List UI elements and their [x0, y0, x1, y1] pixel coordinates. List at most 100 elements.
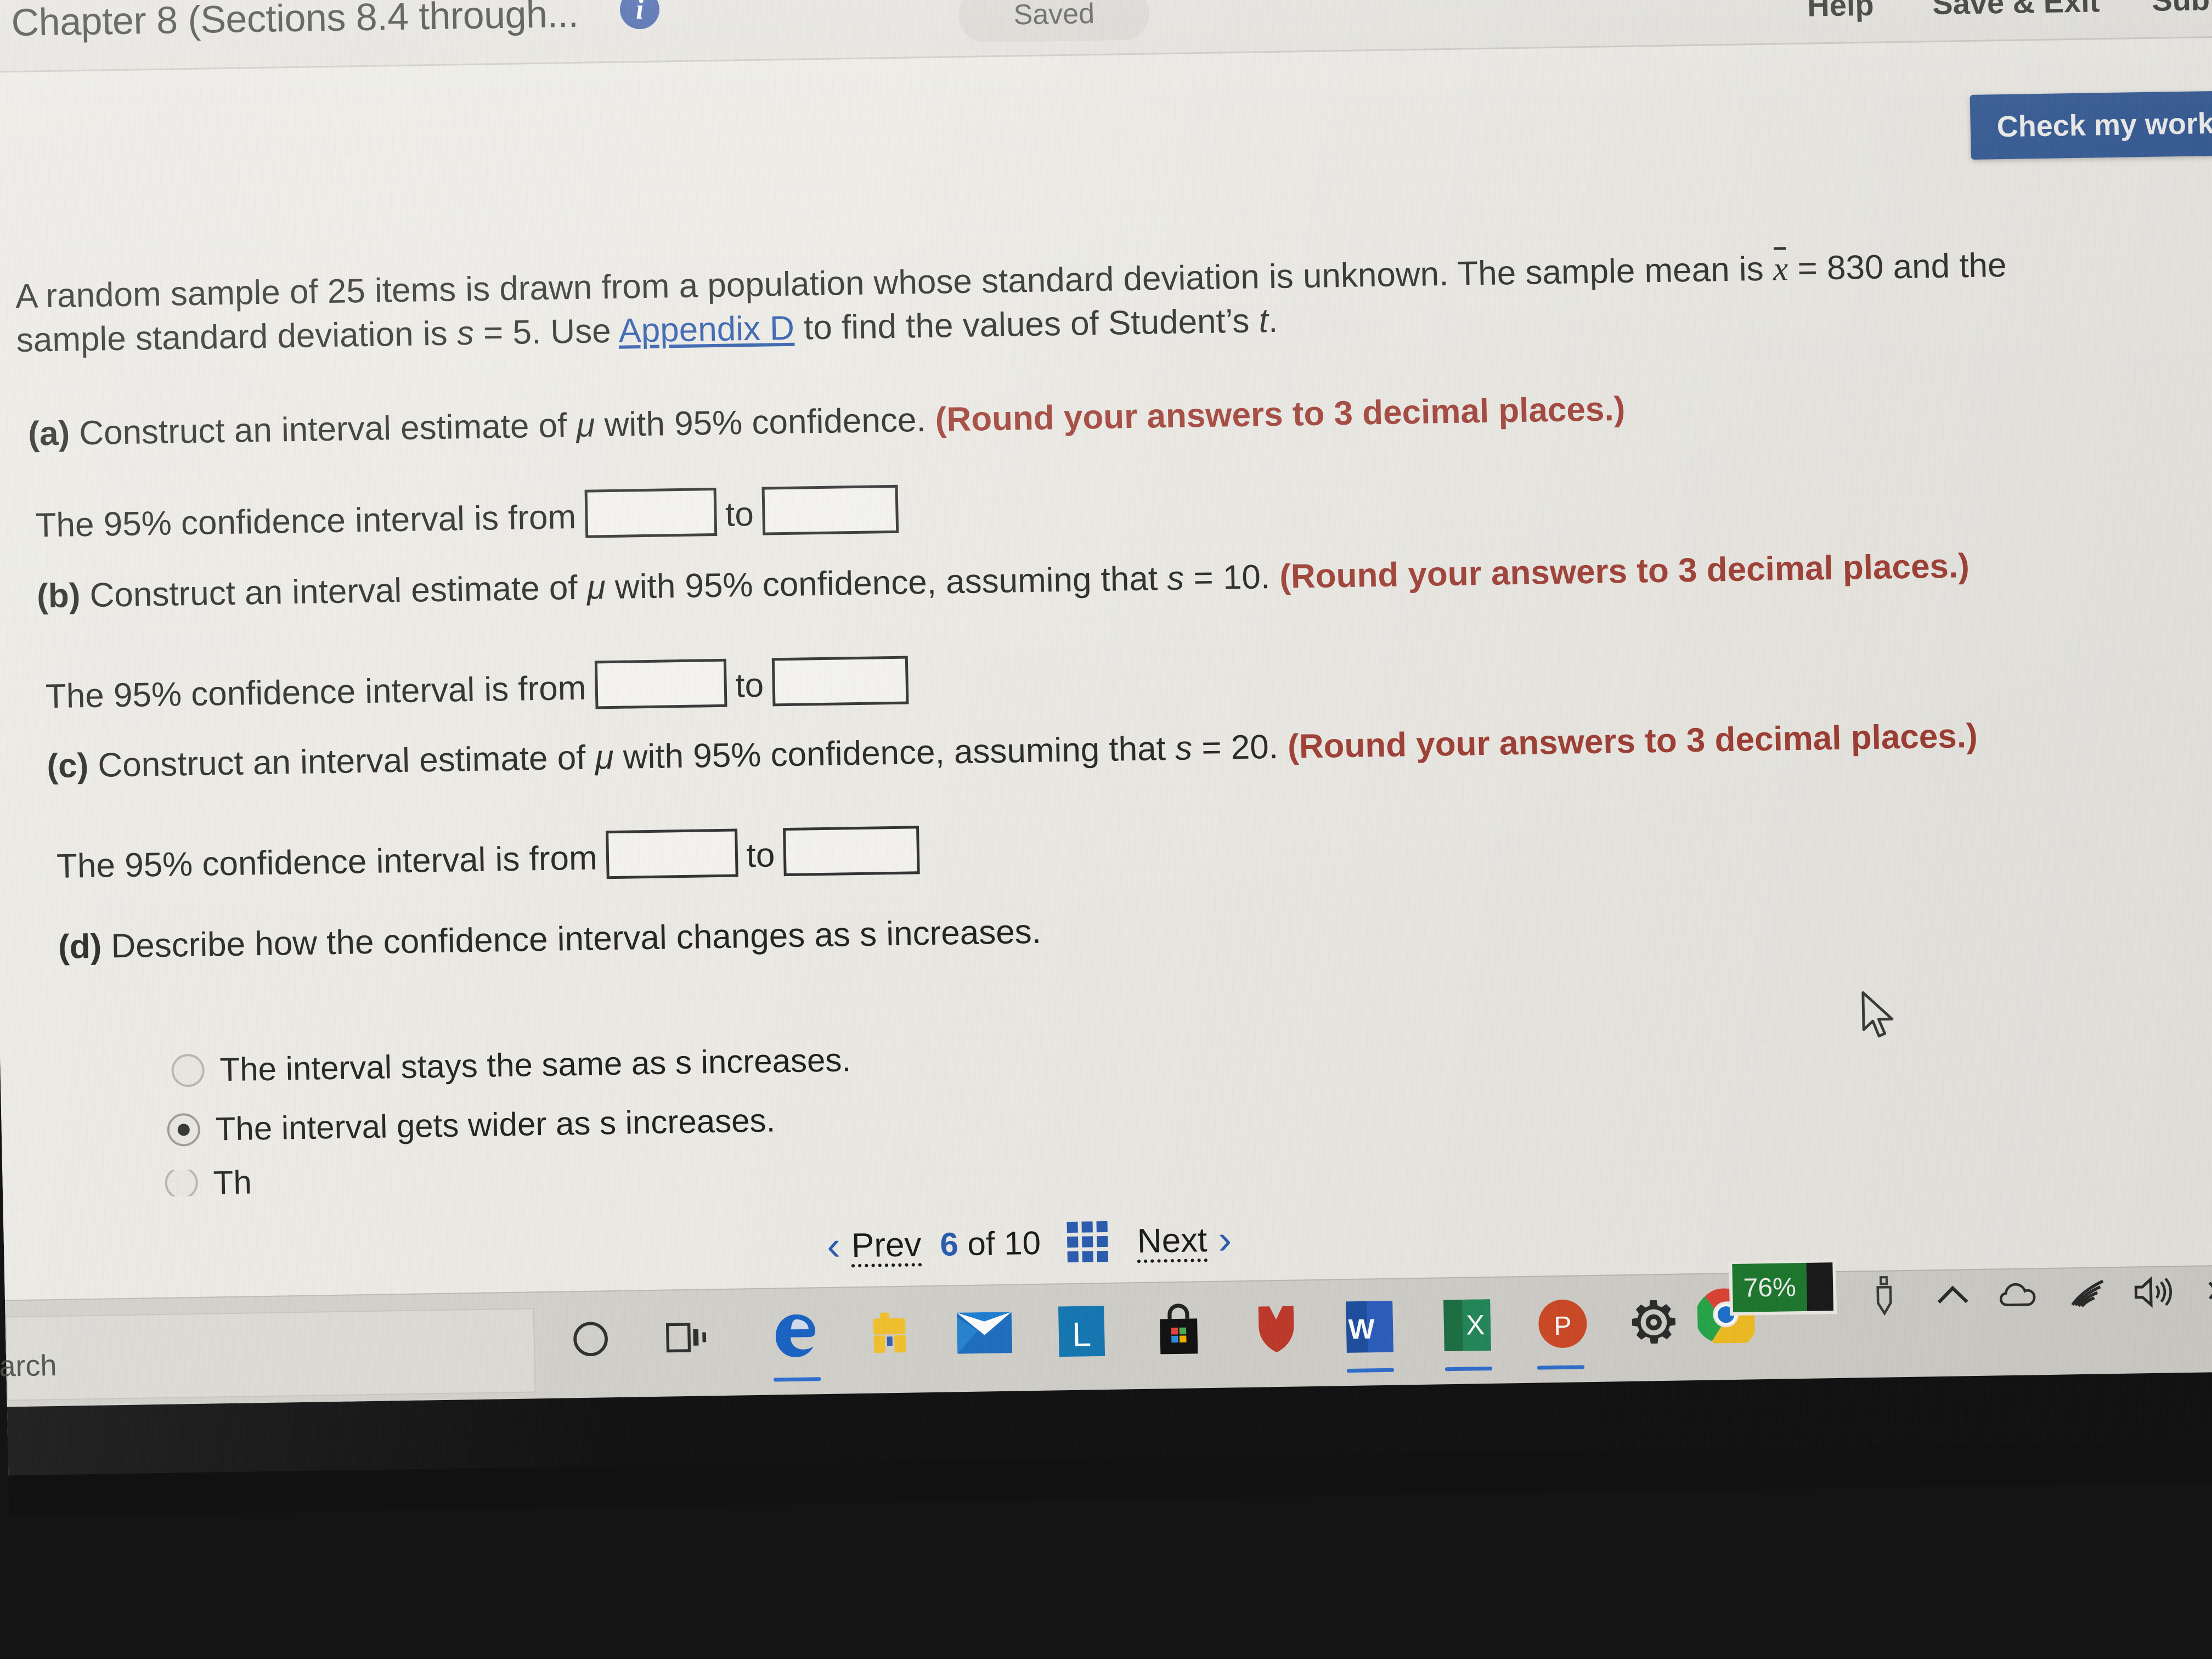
option-label: The interval stays the same as s increas… [219, 1041, 851, 1088]
stem-text-part-1: A random sample of 25 items is drawn fro… [15, 250, 1774, 315]
part-b-text-1: Construct an interval estimate of [80, 568, 588, 615]
battery-empty-portion [1806, 1262, 1834, 1311]
mu-symbol: μ [594, 738, 614, 777]
edge-running-indicator [774, 1377, 821, 1382]
radio-button-selected[interactable] [167, 1113, 201, 1147]
part-c-rounding-note: (Round your answers to 3 decimal places.… [1287, 716, 1978, 766]
onedrive-cloud-icon[interactable] [1989, 1263, 2051, 1325]
part-b-to-label: to [735, 666, 764, 705]
wifi-icon[interactable] [2056, 1262, 2118, 1324]
mu-symbol: μ [575, 406, 596, 444]
stem-text-part-3: sample standard deviation is [16, 314, 458, 359]
search-placeholder-text: search [0, 1349, 58, 1384]
part-c-upper-bound-input[interactable] [783, 826, 921, 877]
s-symbol: s [1166, 559, 1184, 598]
excel-running-indicator [1444, 1366, 1493, 1372]
radio-button-unselected[interactable] [165, 1169, 199, 1197]
part-d-text: Describe how the confidence interval cha… [101, 912, 1042, 966]
part-b-answer-prompt: The 95% confidence interval is from [45, 669, 587, 716]
task-view-icon[interactable] [650, 1301, 724, 1374]
powerpoint-icon[interactable]: P [1526, 1287, 1600, 1361]
chevron-up-icon[interactable] [1922, 1265, 1983, 1326]
powerpoint-running-indicator [1537, 1365, 1585, 1370]
settings-gear-icon[interactable] [1617, 1285, 1691, 1359]
stem-text-part-2: = 830 and the [1787, 246, 2007, 288]
word-running-indicator [1346, 1368, 1395, 1373]
submit-link[interactable]: Subm [2152, 0, 2212, 18]
part-b-text-2: with 95% confidence, assuming that [605, 560, 1167, 607]
part-a-upper-bound-input[interactable] [761, 484, 899, 535]
current-question-number: 6 [939, 1225, 959, 1263]
part-a-answer-prompt: The 95% confidence interval is from [35, 498, 577, 545]
part-b-lower-bound-input[interactable] [594, 658, 727, 709]
word-icon[interactable]: W [1333, 1290, 1407, 1363]
next-question-link[interactable]: Next [1137, 1221, 1207, 1261]
part-a-prompt: (a) Construct an interval estimate of μ … [28, 389, 1626, 454]
svg-text:L: L [1072, 1316, 1092, 1355]
part-b-upper-bound-input[interactable] [772, 656, 909, 707]
t-symbol: t [1258, 302, 1269, 340]
part-c-answer-row: The 95% confidence interval is from to [56, 826, 929, 888]
grid-icon[interactable] [1066, 1221, 1108, 1263]
prev-question-link[interactable]: Prev [851, 1225, 922, 1265]
connect-assignment-page: k: Chapter 8 (Sections 8.4 through... i … [0, 0, 2212, 1517]
option-label: Th [213, 1169, 252, 1197]
part-c-to-label: to [746, 836, 775, 875]
part-b-label: (b) [36, 577, 81, 616]
appendix-d-link[interactable]: Appendix D [618, 309, 795, 350]
part-a-text-1: Construct an interval estimate of [69, 406, 577, 453]
part-c-label: (c) [46, 747, 89, 786]
stem-text-part-6: . [1268, 301, 1278, 340]
microsoft-store-icon[interactable] [1142, 1293, 1216, 1367]
total-question-count: 10 [1003, 1224, 1041, 1262]
mu-symbol: μ [586, 568, 606, 607]
volume-icon[interactable] [2122, 1261, 2183, 1323]
chevron-right-icon[interactable]: › [1218, 1216, 1232, 1262]
part-c-prompt: (c) Construct an interval estimate of μ … [47, 716, 1978, 786]
chevron-left-icon[interactable]: ‹ [826, 1223, 840, 1268]
help-link[interactable]: Help [1807, 0, 1875, 24]
svg-text:W: W [1348, 1313, 1375, 1345]
stem-text-part-4: = 5. Use [473, 312, 619, 352]
of-label: of [967, 1224, 996, 1262]
part-a-to-label: to [725, 495, 754, 534]
svg-text:X: X [1466, 1309, 1485, 1341]
battery-indicator[interactable]: 76% [1729, 1259, 1837, 1316]
pen-icon[interactable] [1853, 1266, 1915, 1327]
save-and-exit-link[interactable]: Save & Exit [1932, 0, 2100, 21]
question-pager: ‹ Prev 6 of 10 Next › [826, 1199, 1513, 1282]
part-d-label: (d) [58, 927, 102, 966]
part-a-lower-bound-input[interactable] [584, 487, 717, 538]
option-interval-gets-wider[interactable]: The interval gets wider as s increases. [167, 1101, 776, 1148]
option-interval-stays-same[interactable]: The interval stays the same as s increas… [171, 1041, 851, 1089]
monitor-screen: k: Chapter 8 (Sections 8.4 through... i … [0, 0, 2212, 1517]
bluetooth-icon[interactable] [2185, 1260, 2212, 1322]
part-c-text-2: with 95% confidence, assuming that [613, 729, 1176, 776]
sample-mean-symbol: x [1773, 249, 1788, 290]
edge-icon[interactable] [759, 1299, 833, 1373]
yellow-app-icon[interactable] [853, 1297, 927, 1371]
part-b-s-value: = 10. [1183, 557, 1280, 597]
part-a-rounding-note: (Round your answers to 3 decimal places.… [935, 390, 1626, 439]
excel-icon[interactable]: X [1430, 1289, 1504, 1362]
part-c-answer-prompt: The 95% confidence interval is from [56, 839, 598, 885]
question-counter: 6 of 10 [940, 1223, 1041, 1263]
part-b-prompt: (b) Construct an interval estimate of μ … [37, 546, 1970, 616]
linkedin-icon[interactable]: L [1045, 1295, 1119, 1368]
check-my-work-button[interactable]: Check my work [1970, 89, 2212, 160]
svg-text:P: P [1554, 1312, 1572, 1341]
mail-icon[interactable] [947, 1296, 1022, 1369]
cortana-circle-icon[interactable] [554, 1302, 628, 1376]
option-third-cutoff[interactable]: Th [165, 1169, 252, 1197]
part-b-rounding-note: (Round your answers to 3 decimal places.… [1279, 547, 1970, 596]
mcafee-icon[interactable] [1239, 1291, 1313, 1365]
part-a-answer-row: The 95% confidence interval is from to [35, 484, 908, 547]
mouse-cursor [1859, 990, 1898, 1041]
battery-percent-label: 76% [1732, 1262, 1808, 1313]
option-label: The interval gets wider as s increases. [215, 1102, 776, 1148]
part-d-prompt: (d) Describe how the confidence interval… [58, 912, 1041, 967]
part-a-text-2: with 95% confidence. [594, 400, 936, 444]
radio-button-unselected[interactable] [171, 1053, 205, 1087]
taskbar-search-box[interactable] [5, 1308, 536, 1401]
part-c-lower-bound-input[interactable] [605, 828, 738, 879]
